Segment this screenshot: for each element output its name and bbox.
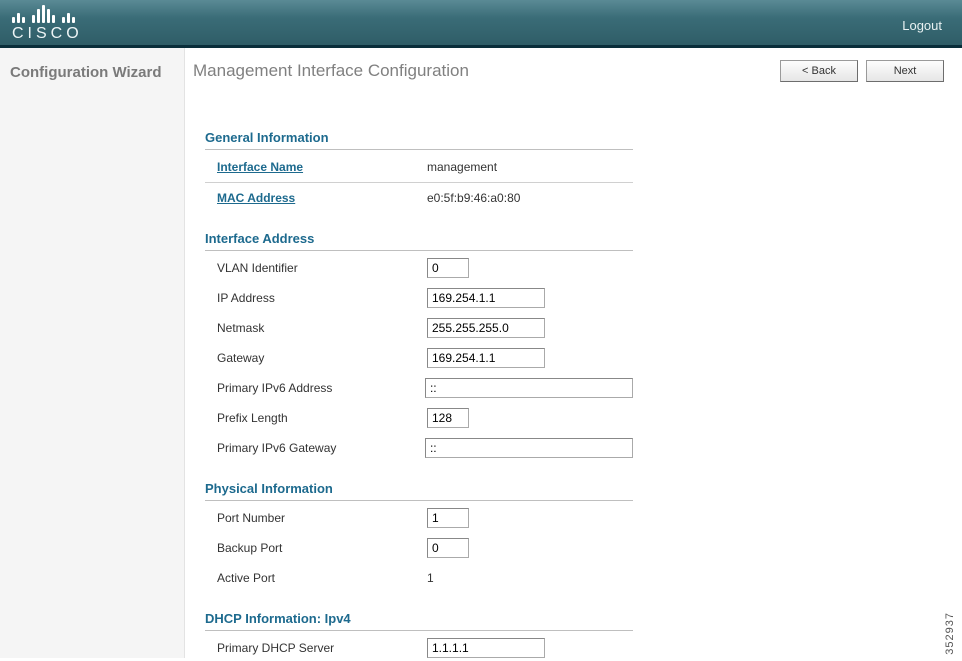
ipv6-gateway-input[interactable] (425, 438, 633, 458)
section-title-interface-address: Interface Address (205, 231, 633, 246)
primary-dhcp-label: Primary DHCP Server (217, 641, 427, 655)
ipv6-address-input[interactable] (425, 378, 633, 398)
page-header: Management Interface Configuration < Bac… (193, 60, 944, 82)
primary-dhcp-input[interactable] (427, 638, 545, 658)
active-port-value: 1 (427, 571, 434, 585)
port-number-input[interactable] (427, 508, 469, 528)
top-bar: CISCO Logout (0, 0, 962, 48)
cisco-logo-bars (12, 3, 75, 23)
gateway-label: Gateway (217, 351, 427, 365)
page-title: Management Interface Configuration (193, 61, 772, 81)
mac-address-value: e0:5f:b9:46:a0:80 (427, 191, 520, 205)
vlan-input[interactable] (427, 258, 469, 278)
ip-address-input[interactable] (427, 288, 545, 308)
document-id: 352937 (944, 612, 956, 655)
logout-link[interactable]: Logout (902, 18, 942, 33)
prefix-length-label: Prefix Length (217, 411, 427, 425)
prefix-length-input[interactable] (427, 408, 469, 428)
netmask-label: Netmask (217, 321, 427, 335)
cisco-logo-text: CISCO (12, 25, 83, 43)
netmask-input[interactable] (427, 318, 545, 338)
sidebar-title: Configuration Wizard (10, 64, 174, 81)
vlan-label: VLAN Identifier (217, 261, 427, 275)
ipv6-gateway-label: Primary IPv6 Gateway (217, 441, 425, 455)
ipv6-address-label: Primary IPv6 Address (217, 381, 425, 395)
next-button[interactable]: Next (866, 60, 944, 82)
ip-address-label: IP Address (217, 291, 427, 305)
active-port-label: Active Port (217, 571, 427, 585)
gateway-input[interactable] (427, 348, 545, 368)
interface-name-value: management (427, 160, 497, 174)
back-button[interactable]: < Back (780, 60, 858, 82)
sidebar: Configuration Wizard (0, 48, 185, 658)
interface-name-label[interactable]: Interface Name (217, 160, 427, 174)
section-title-general: General Information (205, 130, 633, 145)
mac-address-label[interactable]: MAC Address (217, 191, 427, 205)
main-content: Management Interface Configuration < Bac… (185, 48, 962, 658)
port-number-label: Port Number (217, 511, 427, 525)
backup-port-input[interactable] (427, 538, 469, 558)
section-title-physical: Physical Information (205, 481, 633, 496)
backup-port-label: Backup Port (217, 541, 427, 555)
cisco-logo: CISCO (12, 3, 83, 43)
section-title-dhcp: DHCP Information: Ipv4 (205, 611, 633, 626)
